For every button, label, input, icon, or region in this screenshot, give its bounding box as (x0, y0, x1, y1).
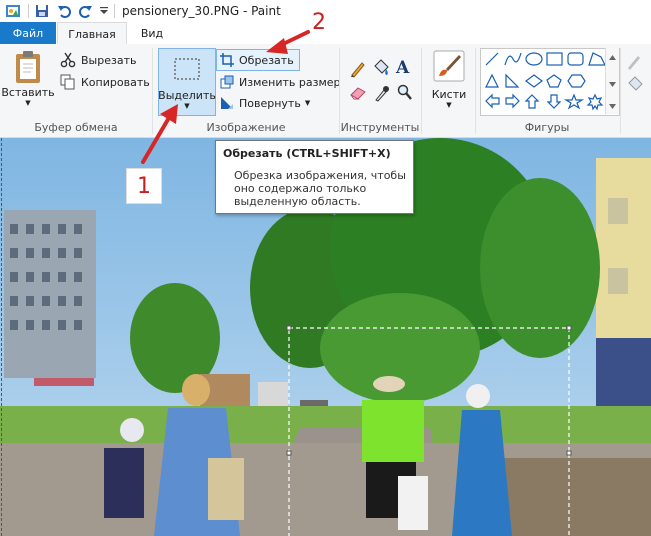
arrow-one-shaft (141, 114, 172, 164)
arrow-two-head (266, 38, 288, 54)
annotation-arrows (141, 30, 310, 164)
